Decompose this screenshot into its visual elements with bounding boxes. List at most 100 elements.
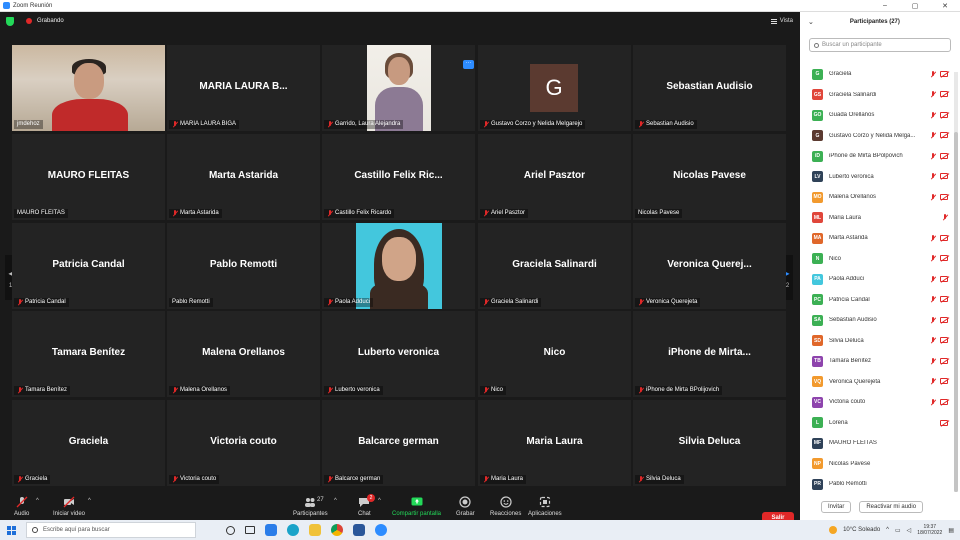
participant-tile[interactable]: Ariel Pasztor Ariel Pasztor <box>478 134 631 220</box>
start-video-button[interactable]: Iniciar video <box>53 496 85 517</box>
clock[interactable]: 19:37 18/07/2022 <box>917 524 942 536</box>
participant-list-item[interactable]: MO Malena Orellanos <box>800 187 952 208</box>
word-icon[interactable] <box>353 524 365 536</box>
participant-list-scrollbar[interactable] <box>954 72 958 492</box>
participant-list-item[interactable]: VC Victoria couto <box>800 392 952 413</box>
participant-avatar: ML <box>812 212 823 224</box>
reactions-button[interactable]: Reacciones <box>490 496 521 517</box>
task-view-icon[interactable] <box>245 526 255 534</box>
participant-tile[interactable]: Castillo Felix Ric... Castillo Felix Rica… <box>322 134 475 220</box>
participant-list-item[interactable]: VQ Veronica Querejeta <box>800 372 952 393</box>
scrollbar-thumb[interactable] <box>954 132 958 492</box>
participant-search-input[interactable]: Buscar un participante <box>809 38 951 52</box>
participant-name-label: Gustavo Corzo y Nelida Melgarejo <box>480 120 586 129</box>
chrome-icon[interactable] <box>331 524 343 536</box>
security-shield-icon[interactable] <box>6 16 14 26</box>
mail-icon[interactable] <box>265 524 277 536</box>
notifications-icon[interactable]: ▤ <box>948 527 954 534</box>
share-screen-button[interactable]: Compartir pantalla <box>392 496 441 517</box>
video-options-caret[interactable]: ^ <box>88 498 91 504</box>
volume-icon[interactable]: ◁ <box>907 527 912 534</box>
participant-list-item[interactable]: MA Marta Astarida <box>800 228 952 249</box>
participant-list-item[interactable]: GO Guada Orellanos <box>800 105 952 126</box>
file-explorer-icon[interactable] <box>309 524 321 536</box>
participant-list-item[interactable]: G Gustavo Corzo y Nelida Melga... <box>800 126 952 147</box>
record-button[interactable]: Grabar <box>456 496 475 517</box>
minimize-button[interactable]: – <box>870 2 900 10</box>
participant-tile[interactable]: Pablo Remotti Pablo Remotti <box>167 223 320 309</box>
participant-tile[interactable]: Maria Laura Maria Laura <box>478 400 631 486</box>
participant-label-text: Nicolas Pavese <box>638 210 680 216</box>
maximize-button[interactable]: ▢ <box>900 2 930 10</box>
share-screen-icon <box>411 496 423 508</box>
participant-list-item[interactable]: N Nico <box>800 249 952 270</box>
weather-label[interactable]: 10°C Soleado <box>843 527 880 533</box>
edge-icon[interactable] <box>287 524 299 536</box>
view-button[interactable]: Vista <box>770 18 793 24</box>
tray-chevron-icon[interactable]: ^ <box>886 527 889 533</box>
participant-tile[interactable]: G Gustavo Corzo y Nelida Melgarejo <box>478 45 631 131</box>
apps-button[interactable]: Aplicaciones <box>528 496 562 517</box>
participant-tile[interactable]: Victoria couto Victoria couto <box>167 400 320 486</box>
participant-list-item[interactable]: PA Paola Adduci <box>800 269 952 290</box>
zoom-taskbar-icon[interactable] <box>375 524 387 536</box>
participant-tile[interactable]: Balcarce german Balcarce german <box>322 400 475 486</box>
participant-list-item[interactable]: NP Nicolas Pavese <box>800 454 952 475</box>
audio-button[interactable]: Audio <box>14 496 29 517</box>
reactivate-audio-button[interactable]: Reactivar mi audio <box>859 501 924 513</box>
participant-list-item[interactable]: PC Patricia Candal <box>800 290 952 311</box>
participant-tile[interactable]: Paola Adduci <box>322 223 475 309</box>
invite-button[interactable]: Invitar <box>821 501 852 513</box>
network-icon[interactable]: ▭ <box>895 527 901 534</box>
video-off-icon <box>940 316 948 323</box>
participant-tile[interactable]: Sebastian Audisio Sebastian Audisio <box>633 45 786 131</box>
participant-tile[interactable]: iPhone de Mirta... iPhone de Mirta BPolij… <box>633 311 786 397</box>
chat-options-caret[interactable]: ^ <box>378 498 381 504</box>
participant-tile[interactable]: Silvia Deluca Silvia Deluca <box>633 400 786 486</box>
participant-list-item[interactable]: LV Luberto veronica <box>800 167 952 188</box>
participant-tile[interactable]: Veronica Querej... Veronica Querejeta <box>633 223 786 309</box>
participants-icon <box>304 496 316 508</box>
participant-tile[interactable]: Patricia Candal Patricia Candal <box>12 223 165 309</box>
zoom-icon <box>3 2 10 9</box>
audio-options-caret[interactable]: ^ <box>36 498 39 504</box>
participant-list-item[interactable]: SD Silvia Deluca <box>800 331 952 352</box>
participant-list-item[interactable]: SA Sebastian Audisio <box>800 310 952 331</box>
participant-list-item[interactable]: GS Graciela Salinardi <box>800 85 952 106</box>
participant-tile[interactable]: Nicolas Pavese Nicolas Pavese <box>633 134 786 220</box>
participant-tile[interactable]: Garrido, Laura Alejandra <box>322 45 475 131</box>
windows-start-icon[interactable] <box>7 525 16 535</box>
participant-tile[interactable]: jmdehoz <box>12 45 165 131</box>
participants-options-caret[interactable]: ^ <box>334 498 337 504</box>
muted-mic-icon <box>172 387 178 394</box>
taskbar-search-input[interactable]: Escribe aquí para buscar <box>26 522 196 538</box>
window-title: Zoom Reunión <box>13 2 53 9</box>
search-placeholder: Buscar un participante <box>822 42 882 48</box>
participant-tile[interactable]: Tamara Benítez Tamara Benítez <box>12 311 165 397</box>
participant-status-icons <box>942 214 948 221</box>
participant-list-item[interactable]: G Graciela <box>800 64 952 85</box>
participant-label-text: MAURO FLEITAS <box>17 210 65 216</box>
participant-tile[interactable]: Marta Astarida Marta Astarida <box>167 134 320 220</box>
participant-tile[interactable]: Graciela Graciela <box>12 400 165 486</box>
participant-list-item[interactable]: TB Tamara Benítez <box>800 351 952 372</box>
participant-tile[interactable]: Malena Orellanos Malena Orellanos <box>167 311 320 397</box>
participant-list-item[interactable]: MF MAURO FLEITAS <box>800 433 952 454</box>
cortana-icon[interactable] <box>226 525 235 535</box>
muted-mic-icon <box>930 398 936 406</box>
chevron-down-icon[interactable]: ⌄ <box>808 18 814 26</box>
participant-tile-name: Marta Astarida <box>208 170 279 181</box>
close-button[interactable]: ✕ <box>930 2 960 10</box>
participant-tile[interactable]: Graciela Salinardi Graciela Salinardi <box>478 223 631 309</box>
muted-mic-icon <box>483 210 489 217</box>
participant-list-item[interactable]: L Lorena <box>800 413 952 434</box>
participant-tile[interactable]: Luberto veronica Luberto veronica <box>322 311 475 397</box>
participant-tile[interactable]: MAURO FLEITAS MAURO FLEITAS <box>12 134 165 220</box>
participant-tile-name: Nicolas Pavese <box>673 170 746 181</box>
participant-tile[interactable]: Nico Nico <box>478 311 631 397</box>
tile-more-button[interactable]: ··· <box>463 60 474 69</box>
participant-list-item[interactable]: PR Pablo Remotti <box>800 474 952 495</box>
participant-tile[interactable]: MARIA LAURA B... MARIA LAURA BIGA <box>167 45 320 131</box>
participant-list-item[interactable]: iD iPhone de Mirta BPolpovich <box>800 146 952 167</box>
participant-list-item[interactable]: ML Maria Laura <box>800 208 952 229</box>
